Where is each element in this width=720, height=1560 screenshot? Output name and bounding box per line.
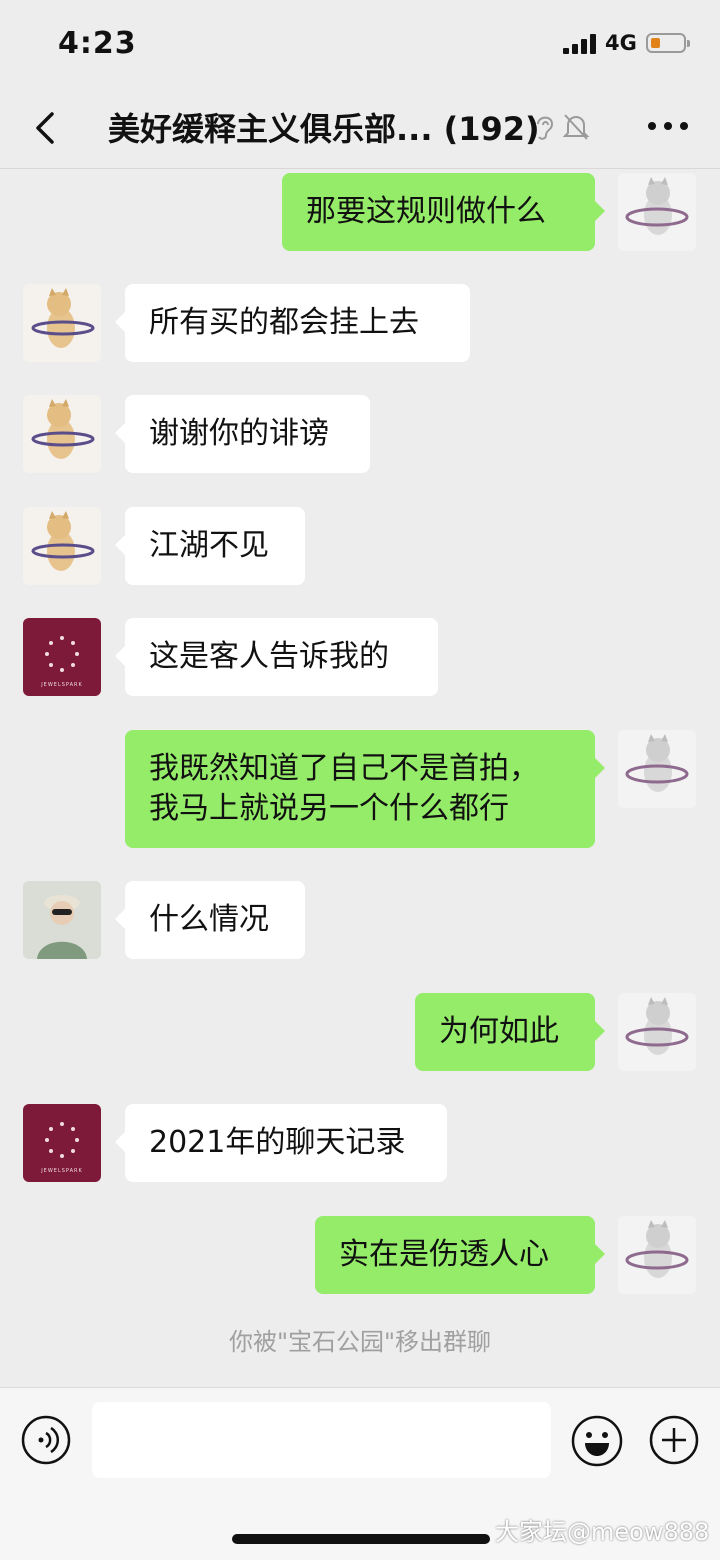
message-bubble[interactable]: 2021年的聊天记录	[115, 1104, 447, 1182]
system-notice: 你被"宝石公园"移出群聊	[228, 1328, 492, 1356]
chat-title: 美好缓释主义俱乐部... (192)	[108, 110, 540, 148]
svg-text:JEWELSPARK: JEWELSPARK	[40, 682, 83, 688]
message-bubble[interactable]: 为何如此	[415, 993, 605, 1071]
more-options-icon[interactable]	[648, 122, 688, 132]
back-arrow-icon[interactable]	[28, 108, 68, 148]
message-input[interactable]	[92, 1402, 551, 1478]
cat-hula-hoop-avatar[interactable]	[618, 1216, 696, 1294]
message-line: 我马上就说另一个什么都行	[149, 791, 509, 826]
status-bar: 4:23 4G	[0, 0, 720, 88]
add-more-icon[interactable]	[648, 1414, 700, 1466]
cat-hula-hoop-avatar[interactable]	[23, 395, 101, 473]
jewelspark-logo-avatar[interactable]: JEWELSPARK	[23, 1104, 101, 1182]
voice-input-icon[interactable]	[20, 1414, 72, 1466]
emoji-icon[interactable]	[570, 1414, 624, 1468]
person-photo-avatar[interactable]	[23, 881, 101, 959]
cat-hula-hoop-avatar[interactable]	[23, 284, 101, 362]
message-bubble[interactable]: 这是客人告诉我的	[115, 618, 438, 696]
chat-header: 美好缓释主义俱乐部... (192)	[0, 88, 720, 169]
cat-hula-hoop-avatar[interactable]	[618, 993, 696, 1071]
network-type: 4G	[605, 31, 637, 55]
signal-icon	[563, 34, 599, 54]
battery-icon	[646, 33, 690, 53]
cat-hula-hoop-avatar[interactable]	[618, 173, 696, 251]
jewelspark-logo-avatar[interactable]: JEWELSPARK	[23, 618, 101, 696]
message-bubble[interactable]: 实在是伤透人心	[315, 1216, 605, 1294]
message-bubble[interactable]: 谢谢你的诽谤	[115, 395, 370, 473]
cat-hula-hoop-avatar[interactable]	[618, 730, 696, 808]
home-indicator[interactable]	[232, 1534, 490, 1544]
message-bubble[interactable]: 什么情况	[115, 881, 305, 959]
watermark: 大家坛@meow888	[495, 1518, 710, 1546]
message-bubble[interactable]: 所有买的都会挂上去	[115, 284, 470, 362]
mute-bell-icon	[562, 114, 590, 140]
ear-icon	[537, 116, 554, 140]
message-bubble[interactable]: 我既然知道了自己不是首拍， 我马上就说另一个什么都行	[125, 730, 605, 848]
status-time: 4:23	[58, 26, 137, 61]
message-bubble[interactable]: 江湖不见	[115, 507, 305, 585]
message-bubble[interactable]: 那要这规则做什么	[282, 173, 605, 251]
message-line: 我既然知道了自己不是首拍，	[149, 751, 539, 786]
svg-text:JEWELSPARK: JEWELSPARK	[40, 1168, 83, 1174]
cat-hula-hoop-avatar[interactable]	[23, 507, 101, 585]
